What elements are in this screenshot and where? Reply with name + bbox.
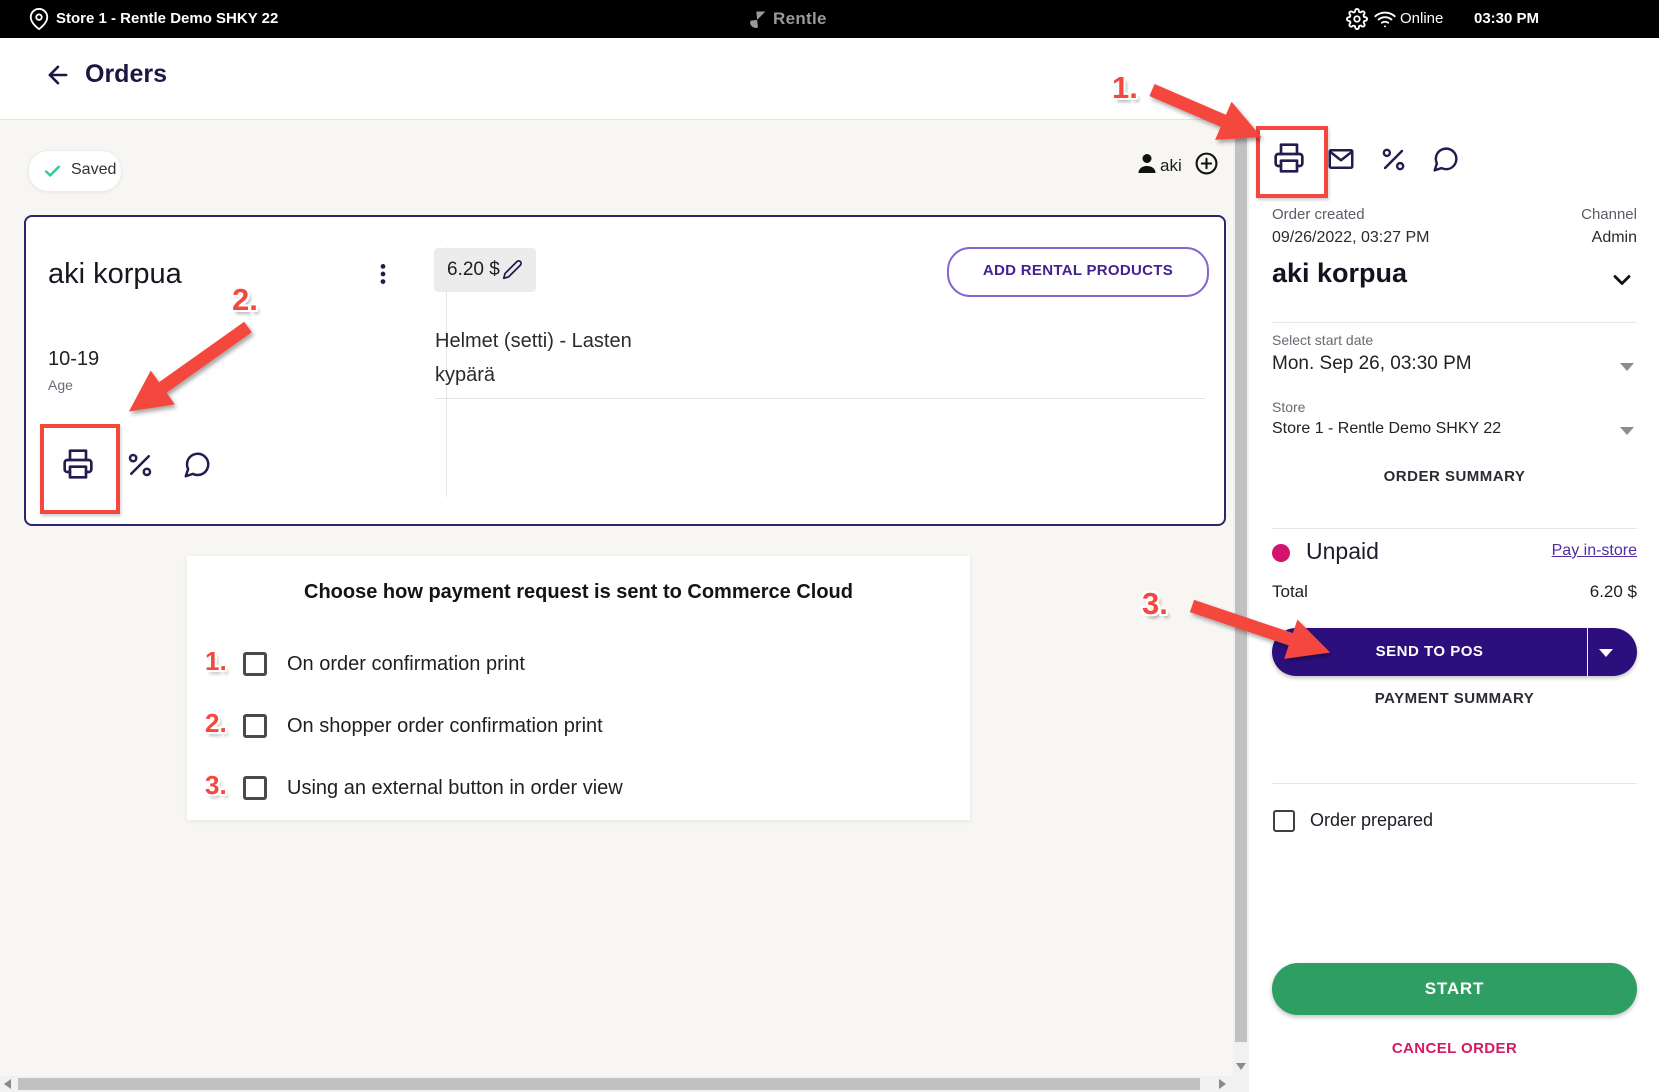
- age-label: Age: [48, 377, 73, 393]
- saved-label: Saved: [71, 161, 116, 179]
- caret-down-icon[interactable]: [1620, 427, 1634, 435]
- order-summary-heading[interactable]: ORDER SUMMARY: [1272, 468, 1637, 485]
- pay-in-store-link[interactable]: Pay in-store: [1272, 542, 1637, 560]
- kebab-menu-icon[interactable]: [370, 261, 396, 292]
- check-icon: [43, 162, 62, 181]
- brand-name: Rentle: [773, 9, 827, 29]
- email-icon[interactable]: [1326, 144, 1356, 174]
- store-label: Store: [1272, 399, 1305, 415]
- send-to-pos-label: SEND TO POS: [1272, 643, 1587, 660]
- saved-status-badge: Saved: [28, 150, 122, 192]
- online-status: Online: [1400, 10, 1443, 27]
- checkbox-external-button[interactable]: [243, 776, 267, 800]
- option-label[interactable]: On shopper order confirmation print: [287, 715, 603, 738]
- panel-title: Choose how payment request is sent to Co…: [187, 581, 970, 604]
- option-label[interactable]: On order confirmation print: [287, 653, 525, 676]
- split-button-divider: [1587, 628, 1588, 676]
- option-label[interactable]: Using an external button in order view: [287, 777, 623, 800]
- card-customer-name: aki korpua: [48, 258, 182, 291]
- wifi-icon: [1374, 8, 1396, 30]
- start-button[interactable]: START: [1272, 963, 1637, 1015]
- checkbox-order-confirmation-print[interactable]: [243, 652, 267, 676]
- add-user-icon[interactable]: [1194, 151, 1219, 176]
- price-chip[interactable]: 6.20 $: [434, 248, 536, 292]
- vertical-scrollbar-thumb[interactable]: [1235, 121, 1247, 1042]
- product-name-line1: Helmet (setti) - Lasten: [435, 330, 632, 353]
- start-date-select[interactable]: Mon. Sep 26, 03:30 PM: [1272, 353, 1472, 375]
- scroll-down-arrow[interactable]: [1236, 1063, 1246, 1070]
- annotation-number-2: 2.: [205, 708, 227, 739]
- send-to-pos-button[interactable]: SEND TO POS: [1272, 628, 1637, 676]
- edit-pencil-icon[interactable]: [502, 259, 523, 280]
- order-item-card: aki korpua 10-19 Age 6.20 $ ADD RENTAL P…: [24, 215, 1226, 526]
- cancel-order-button[interactable]: CANCEL ORDER: [1272, 1040, 1637, 1057]
- annotation-box-card-printer: [40, 424, 120, 514]
- age-value: 10-19: [48, 348, 99, 371]
- scroll-right-arrow[interactable]: [1219, 1079, 1226, 1089]
- annotation-label-3: 3.: [1142, 586, 1168, 622]
- rentle-pos-window: Store 1 - Rentle Demo SHKY 22 Rentle Onl…: [0, 0, 1659, 1092]
- caret-down-icon[interactable]: [1620, 363, 1634, 371]
- settings-gear-icon[interactable]: [1346, 8, 1368, 30]
- sidebar-customer-name[interactable]: aki korpua: [1272, 258, 1407, 289]
- start-date-label: Select start date: [1272, 332, 1373, 348]
- clock: 03:30 PM: [1474, 10, 1539, 27]
- annotation-box-sidebar-printer: [1256, 126, 1328, 198]
- assigned-user-name: aki: [1160, 156, 1182, 176]
- order-prepared-checkbox[interactable]: [1273, 810, 1295, 832]
- person-icon: [1135, 150, 1159, 181]
- payment-request-panel: Choose how payment request is sent to Co…: [187, 556, 970, 820]
- annotation-number-3: 3.: [205, 770, 227, 801]
- discount-percent-icon[interactable]: [125, 450, 155, 480]
- price-value: 6.20 $: [447, 259, 500, 281]
- comment-bubble-icon[interactable]: [182, 450, 212, 480]
- caret-down-icon[interactable]: [1599, 649, 1613, 657]
- product-name-line2: kypärä: [435, 364, 495, 387]
- payment-summary-heading[interactable]: PAYMENT SUMMARY: [1272, 690, 1637, 707]
- scroll-left-arrow[interactable]: [4, 1079, 11, 1089]
- current-store-label[interactable]: Store 1 - Rentle Demo SHKY 22: [56, 10, 278, 27]
- location-pin-icon: [28, 8, 50, 30]
- top-status-bar: Store 1 - Rentle Demo SHKY 22 Rentle Onl…: [0, 0, 1659, 38]
- channel-value: Admin: [1272, 229, 1637, 247]
- store-select[interactable]: Store 1 - Rentle Demo SHKY 22: [1272, 420, 1501, 438]
- annotation-label-1: 1.: [1112, 70, 1138, 106]
- sidebar-divider: [1272, 783, 1637, 784]
- product-row-divider: [435, 398, 1205, 399]
- checkbox-shopper-confirmation-print[interactable]: [243, 714, 267, 738]
- total-value: 6.20 $: [1272, 582, 1637, 602]
- channel-label: Channel: [1272, 206, 1637, 223]
- annotation-label-2: 2.: [232, 282, 258, 318]
- order-prepared-label[interactable]: Order prepared: [1310, 810, 1433, 831]
- sidebar-divider: [1272, 528, 1637, 529]
- back-arrow-icon[interactable]: [44, 61, 72, 89]
- annotation-number-1: 1.: [205, 646, 227, 677]
- page-title: Orders: [85, 60, 167, 89]
- chevron-down-icon[interactable]: [1608, 266, 1636, 294]
- discount-percent-icon[interactable]: [1379, 145, 1408, 174]
- sidebar-divider: [1272, 322, 1637, 323]
- add-rental-products-button[interactable]: ADD RENTAL PRODUCTS: [947, 247, 1209, 297]
- horizontal-scrollbar-thumb[interactable]: [18, 1078, 1200, 1090]
- rentle-logo-icon: [748, 9, 768, 34]
- comment-bubble-icon[interactable]: [1431, 145, 1460, 174]
